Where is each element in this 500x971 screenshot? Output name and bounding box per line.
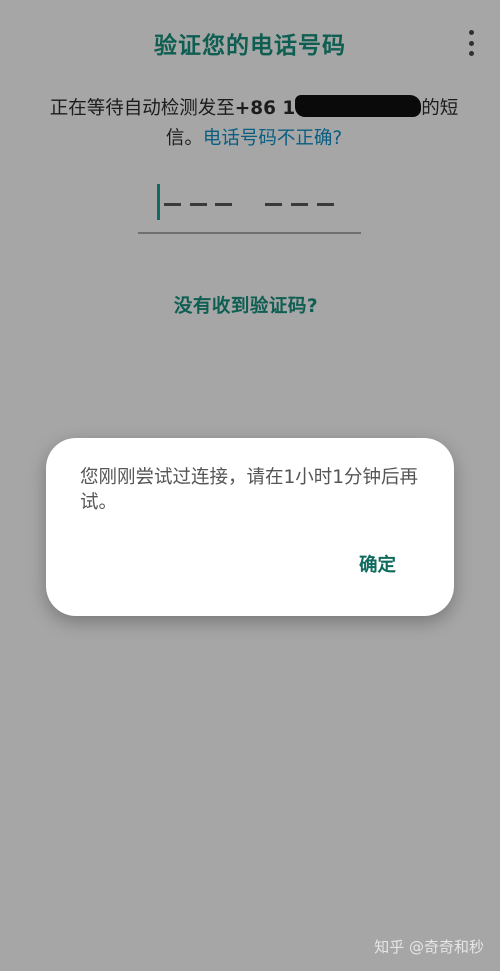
more-vertical-icon[interactable] (466, 30, 476, 56)
verification-code-input[interactable] (138, 180, 361, 234)
alert-dialog: 您刚刚尝试过连接，请在1小时1分钟后再试。 确定 (46, 438, 454, 616)
menu-dot (468, 51, 474, 56)
code-digit-placeholder (215, 203, 232, 206)
watermark: 知乎 @奇奇和秒 (374, 938, 484, 956)
sms-message-prefix: 正在等待自动检测发至 (49, 98, 235, 119)
sms-wait-message: 正在等待自动检测发至+86 1 的短信。电话号码不正确? (34, 94, 474, 154)
dialog-message: 您刚刚尝试过连接，请在1小时1分钟后再试。 (80, 467, 419, 513)
menu-dot (468, 30, 474, 35)
redaction-mark (295, 95, 422, 117)
code-digit-placeholder (291, 203, 308, 206)
phone-number: +86 1 (234, 98, 296, 119)
ok-button[interactable]: 确定 (359, 551, 396, 577)
code-digit-placeholder (164, 203, 181, 206)
resend-code-link[interactable]: 没有收到验证码? (0, 292, 492, 318)
menu-dot (468, 40, 474, 46)
text-cursor (157, 184, 160, 220)
wrong-number-link[interactable]: 电话号码不正确? (203, 128, 342, 149)
code-digit-placeholder (190, 203, 207, 206)
code-digit-placeholder (265, 203, 282, 206)
page-title: 验证您的电话号码 (154, 33, 346, 59)
code-digit-placeholder (317, 203, 334, 206)
